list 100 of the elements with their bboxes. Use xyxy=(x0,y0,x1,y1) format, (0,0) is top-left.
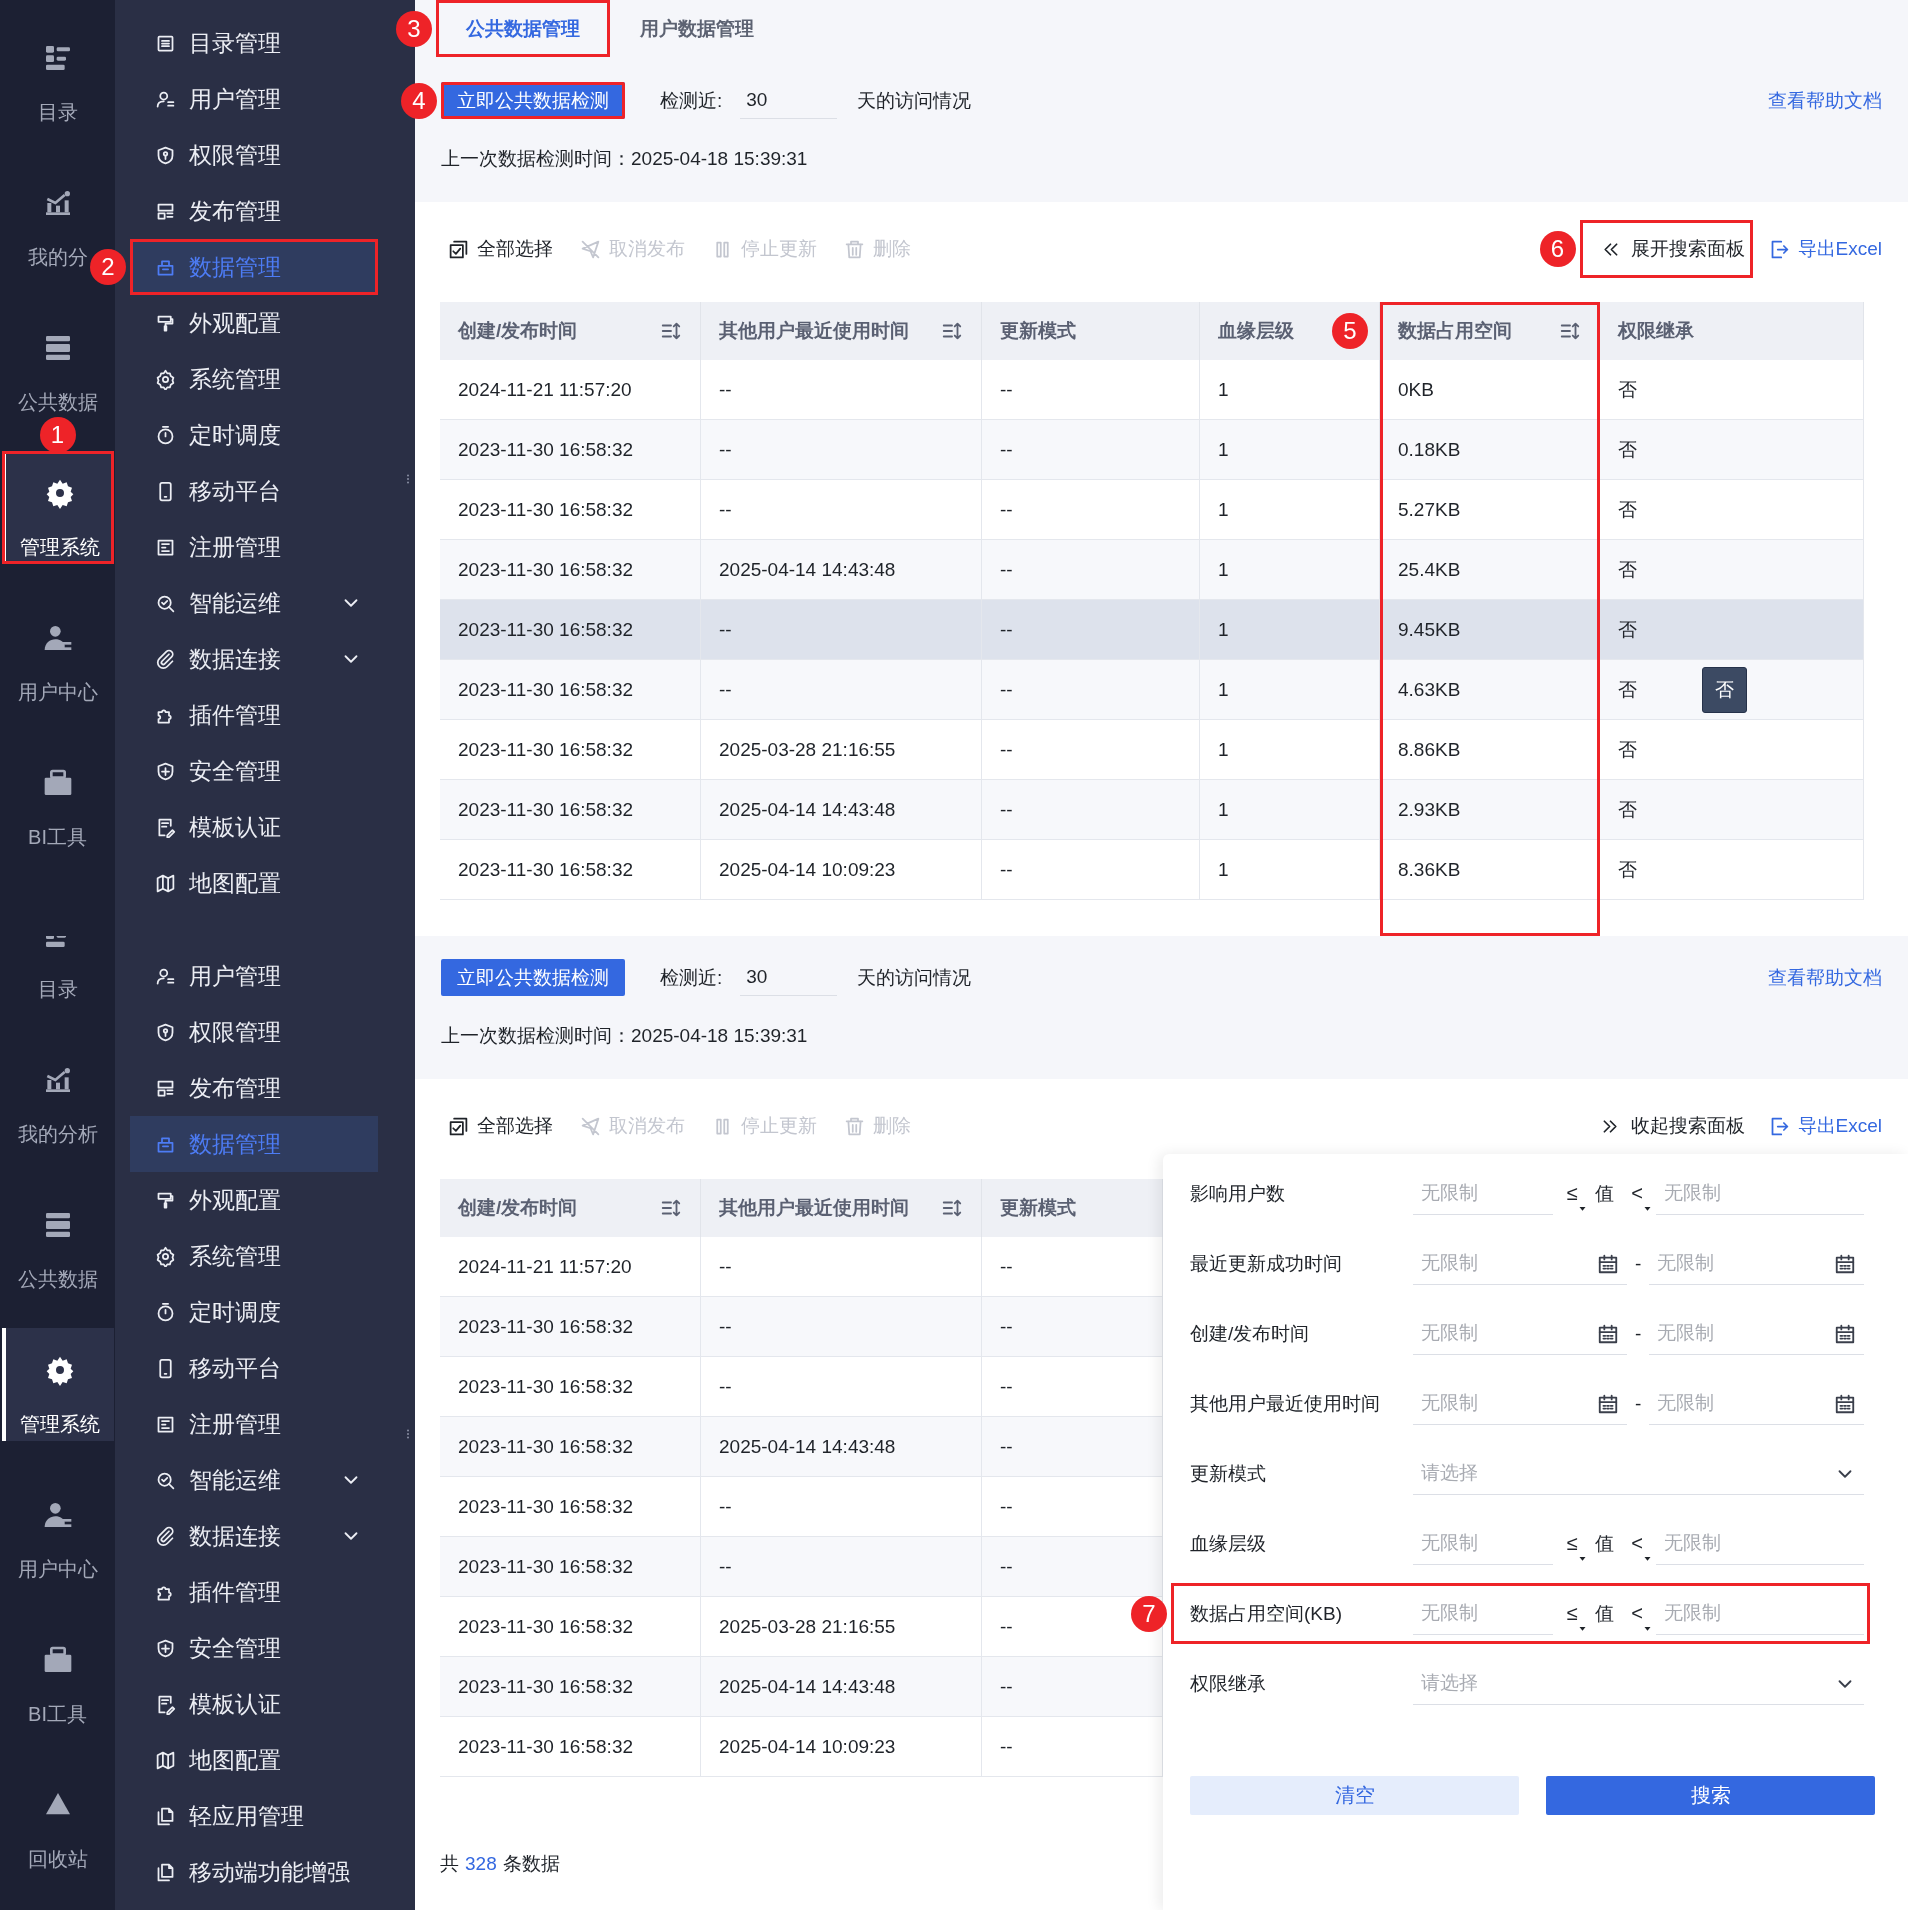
date-field[interactable]: 无限制 xyxy=(1413,1312,1627,1355)
rail-item[interactable]: 公共数据 xyxy=(17,1183,98,1293)
sidebar-item[interactable]: 移动端功能增强 xyxy=(130,1844,378,1900)
trash-icon xyxy=(844,238,865,260)
rail-item[interactable]: 我的分析 xyxy=(17,1038,98,1148)
sidebar-item[interactable]: 模板认证 xyxy=(130,1676,378,1732)
date-field[interactable]: 无限制 xyxy=(1413,1382,1627,1425)
clear-button[interactable]: 清空 xyxy=(1190,1776,1519,1815)
sidebar-item[interactable]: 权限管理 xyxy=(130,1004,378,1060)
sidebar-item[interactable]: 用户管理 xyxy=(130,948,378,1004)
operator-select[interactable]: ≤ xyxy=(1555,1526,1589,1561)
search-panel-toggle[interactable]: 展开搜索面板 xyxy=(1579,220,1753,278)
date-field[interactable]: 无限制 xyxy=(1649,1312,1864,1355)
input-field[interactable]: 无限制 xyxy=(1656,1522,1864,1565)
sidebar-item[interactable]: 注册管理 xyxy=(130,1396,378,1452)
input-field[interactable]: 无限制 xyxy=(1413,1172,1553,1215)
tab[interactable]: 公共数据管理 xyxy=(436,0,610,57)
trash-icon xyxy=(844,1115,865,1137)
sidebar-item[interactable]: 权限管理 xyxy=(130,127,378,183)
sidebar-item[interactable]: 发布管理 xyxy=(130,1060,378,1116)
sidebar-item[interactable]: 智能运维 xyxy=(130,575,378,631)
export-link[interactable]: 导出Excel xyxy=(1768,236,1882,262)
rail-item[interactable]: BI工具 xyxy=(28,741,87,851)
date-field[interactable]: 无限制 xyxy=(1649,1242,1864,1285)
help-link[interactable]: 查看帮助文档 xyxy=(1768,87,1882,114)
select-field[interactable]: 请选择 xyxy=(1413,1452,1864,1495)
sidebar-item[interactable]: 数据连接 xyxy=(130,631,378,687)
sort-icon[interactable] xyxy=(941,1197,963,1219)
rail-item[interactable]: 管理系统 xyxy=(1,1328,114,1441)
sidebar-item[interactable]: 地图配置 xyxy=(130,855,378,911)
rail-item[interactable]: BI工具 xyxy=(28,1618,87,1728)
days-field[interactable]: 30 xyxy=(740,82,838,119)
sidebar-item[interactable]: 模板认证 xyxy=(130,799,378,855)
sidebar-item[interactable]: 数据连接 xyxy=(130,1508,378,1564)
sidebar-item[interactable]: 定时调度 xyxy=(130,1284,378,1340)
rail-item[interactable]: 目录 xyxy=(37,16,78,126)
sidebar-item[interactable]: 安全管理 xyxy=(130,743,378,799)
sort-icon[interactable] xyxy=(660,320,682,342)
sidebar-item[interactable]: 系统管理 xyxy=(130,351,378,407)
check-button[interactable]: 立即公共数据检测 xyxy=(441,959,625,996)
sidebar-item[interactable]: 外观配置 xyxy=(130,1172,378,1228)
range-separator: - xyxy=(1635,1392,1642,1415)
toolbar-button[interactable]: 全部选择 xyxy=(448,1113,553,1139)
rail-item[interactable]: 我的分 xyxy=(27,161,88,271)
toolbar-button[interactable]: 全部选择 xyxy=(448,236,553,262)
last-check-time: 上一次数据检测时间：2025-04-18 15:39:31 xyxy=(441,147,809,171)
input-field[interactable]: 无限制 xyxy=(1413,1592,1553,1635)
rail-item[interactable]: 公共数据 xyxy=(17,306,98,416)
sidebar-item[interactable]: 外观配置 xyxy=(130,295,378,351)
sort-icon[interactable] xyxy=(1559,320,1581,342)
input-field[interactable]: 无限制 xyxy=(1656,1592,1864,1635)
tooltip: 否 xyxy=(1702,667,1747,713)
table-cell: 2023-11-30 16:58:32 xyxy=(440,840,701,900)
rail-item[interactable]: 用户中心 xyxy=(17,596,98,706)
select-field[interactable]: 请选择 xyxy=(1413,1662,1864,1705)
paper-plane-icon xyxy=(580,1115,601,1137)
sidebar-item[interactable]: 插件管理 xyxy=(130,1564,378,1620)
table-cell: 2025-04-14 10:09:23 xyxy=(701,1717,982,1777)
input-field[interactable]: 无限制 xyxy=(1413,1522,1553,1565)
tab[interactable]: 用户数据管理 xyxy=(610,0,784,57)
days-label: 检测近: xyxy=(660,88,723,113)
date-field[interactable]: 无限制 xyxy=(1413,1242,1627,1285)
sidebar-item[interactable]: 定时调度 xyxy=(130,407,378,463)
rail-item[interactable]: 用户中心 xyxy=(17,1473,98,1583)
sidebar-item[interactable]: 智能运维 xyxy=(130,1452,378,1508)
sidebar-item[interactable]: 移动平台 xyxy=(130,463,378,519)
operator-select[interactable]: ≤ xyxy=(1555,1596,1589,1631)
input-field[interactable]: 无限制 xyxy=(1656,1172,1864,1215)
rail-item[interactable]: 目录 xyxy=(37,936,78,1003)
operator-select[interactable]: ≤ xyxy=(1555,1176,1589,1211)
sidebar-item[interactable]: 注册管理 xyxy=(130,519,378,575)
operator-select[interactable]: < xyxy=(1620,1596,1654,1631)
sidebar-item[interactable]: 轻应用管理 xyxy=(130,1788,378,1844)
sidebar-item[interactable]: 目录管理 xyxy=(130,15,378,71)
search-button[interactable]: 搜索 xyxy=(1546,1776,1875,1815)
search-panel-toggle[interactable]: 收起搜索面板 xyxy=(1579,1097,1753,1155)
value-label: 值 xyxy=(1595,1531,1614,1556)
sort-icon[interactable] xyxy=(941,320,963,342)
days-field[interactable]: 30 xyxy=(740,959,838,996)
operator-select[interactable]: < xyxy=(1620,1176,1654,1211)
export-link[interactable]: 导出Excel xyxy=(1768,1113,1882,1139)
sidebar-item[interactable]: 插件管理 xyxy=(130,687,378,743)
sidebar-item[interactable]: 地图配置 xyxy=(130,1732,378,1788)
range-separator: - xyxy=(1635,1322,1642,1345)
sidebar-item[interactable]: 用户管理 xyxy=(130,71,378,127)
sidebar-item[interactable]: 系统管理 xyxy=(130,1228,378,1284)
paperclip-icon xyxy=(155,1525,176,1547)
shield-plus-icon xyxy=(155,760,176,782)
sidebar-item[interactable]: 移动平台 xyxy=(130,1340,378,1396)
date-field[interactable]: 无限制 xyxy=(1649,1382,1864,1425)
rail-item[interactable]: 回收站 xyxy=(27,1763,88,1873)
sidebar-item[interactable]: 安全管理 xyxy=(130,1620,378,1676)
help-link[interactable]: 查看帮助文档 xyxy=(1768,964,1882,991)
sidebar-item[interactable]: 发布管理 xyxy=(130,183,378,239)
rail-item[interactable]: 管理系统 xyxy=(1,451,114,564)
sort-icon[interactable] xyxy=(660,1197,682,1219)
check-button[interactable]: 立即公共数据检测 xyxy=(441,82,625,119)
operator-select[interactable]: < xyxy=(1620,1526,1654,1561)
checkbox-icon xyxy=(448,1115,469,1137)
paperclip-icon xyxy=(155,648,176,670)
